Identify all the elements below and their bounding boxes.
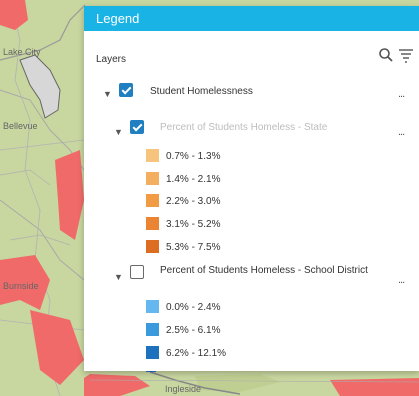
- more-options-icon[interactable]: ...: [398, 274, 405, 286]
- swatch: [146, 194, 159, 207]
- layer-name-student-homelessness: Student Homelessness: [150, 86, 253, 97]
- map-label-bellevue: Bellevue: [3, 121, 38, 131]
- swatch: [146, 346, 159, 359]
- swatch: [146, 323, 159, 336]
- swatch: [146, 217, 159, 230]
- checkbox-student-homelessness[interactable]: [119, 83, 133, 97]
- class-label: 3.1% - 5.2%: [166, 219, 221, 230]
- expand-chevron-icon[interactable]: ▼: [103, 89, 112, 99]
- swatch: [146, 149, 159, 162]
- class-label: 2.5% - 6.1%: [166, 325, 221, 336]
- map-label-burnside: Burnside: [3, 281, 39, 291]
- checkbox-state-layer[interactable]: [130, 120, 144, 134]
- search-icon[interactable]: [378, 47, 394, 63]
- class-label: 6.2% - 12.1%: [166, 348, 227, 359]
- expand-chevron-icon[interactable]: ▼: [114, 127, 123, 137]
- map-label-ingleside: Ingleside: [165, 384, 202, 394]
- swatch: [146, 300, 159, 313]
- layer-name-state: Percent of Students Homeless - State: [160, 122, 328, 133]
- filter-icon[interactable]: [397, 47, 415, 63]
- more-options-icon[interactable]: ...: [398, 88, 405, 100]
- class-label: 0.7% - 1.3%: [166, 151, 221, 162]
- legend-header: Legend: [84, 6, 419, 31]
- class-label: 2.2% - 3.0%: [166, 196, 221, 207]
- layer-name-school-district: Percent of Students Homeless - School Di…: [160, 265, 368, 276]
- class-label: 1.4% - 2.1%: [166, 174, 221, 185]
- more-options-icon[interactable]: ...: [398, 126, 405, 138]
- expand-chevron-icon[interactable]: ▼: [114, 272, 123, 282]
- swatch: [146, 172, 159, 185]
- map-label-lake-city: Lake City: [3, 47, 41, 57]
- legend-panel: Legend Layers ▼ Student Homelessness ...…: [84, 6, 419, 371]
- class-label: 5.3% - 7.5%: [166, 242, 221, 253]
- class-label: 0.0% - 2.4%: [166, 302, 221, 313]
- checkbox-school-district-layer[interactable]: [130, 265, 144, 279]
- layers-label: Layers: [96, 54, 127, 65]
- swatch: [146, 240, 159, 253]
- legend-title: Legend: [96, 11, 140, 26]
